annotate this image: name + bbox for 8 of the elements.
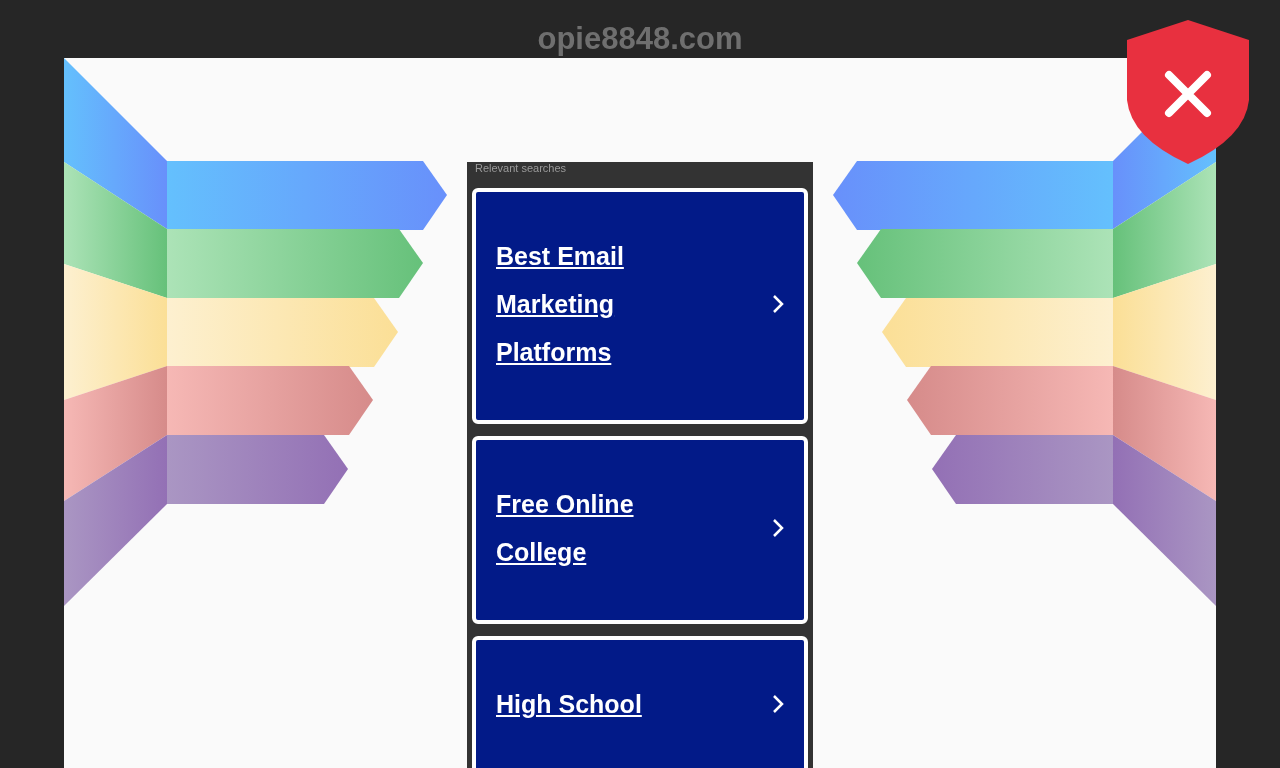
chevron-right-icon — [772, 294, 784, 314]
search-result-link[interactable]: Free Online College — [472, 436, 808, 624]
search-result-link[interactable]: Best Email Marketing Platforms — [472, 188, 808, 424]
section-heading: Relevant searches — [474, 162, 568, 175]
domain-title: opie8848.com — [537, 20, 743, 58]
chevron-right-icon — [772, 694, 784, 714]
chevron-right-icon — [772, 518, 784, 538]
search-result-link[interactable]: High School — [472, 636, 808, 768]
